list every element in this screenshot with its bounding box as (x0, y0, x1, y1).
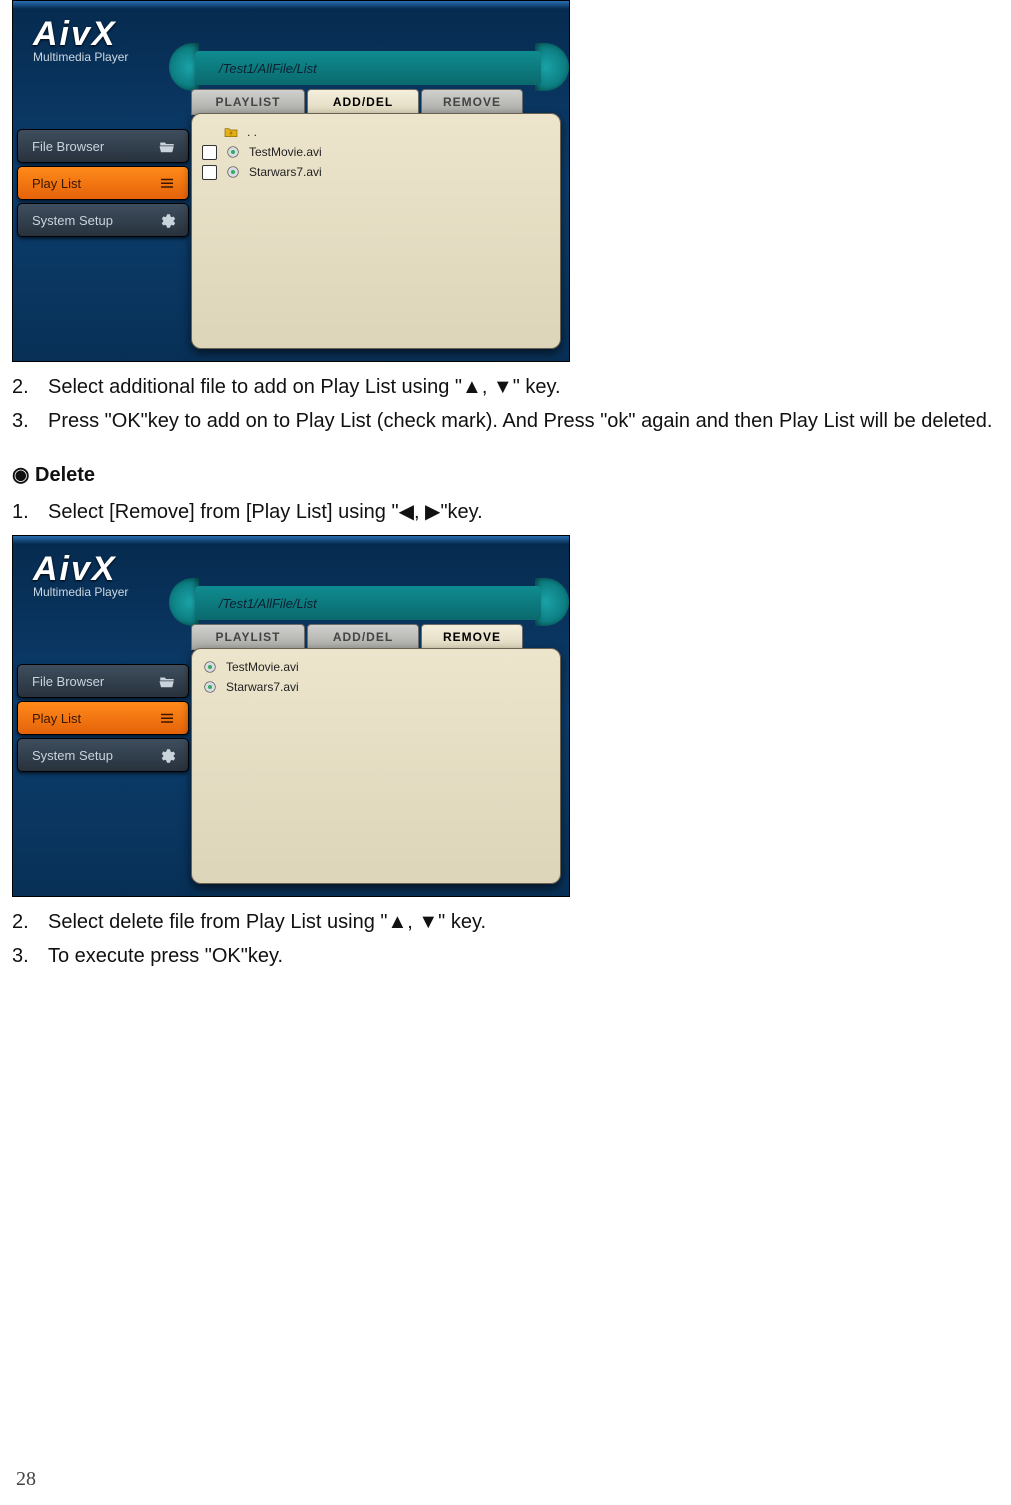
tab-remove[interactable]: REMOVE (421, 624, 523, 650)
app-logo: AivX Multimedia Player (33, 15, 128, 64)
list-item[interactable]: TestMovie.avi (202, 142, 550, 162)
tab-add-del[interactable]: ADD/DEL (307, 89, 419, 115)
sidebar-item-label: File Browser (32, 139, 104, 154)
page-number: 28 (16, 1468, 36, 1491)
media-file-icon (202, 679, 218, 695)
instruction-step-1: 1. Select [Remove] from [Play List] usin… (12, 495, 999, 529)
sidebar-item-label: System Setup (32, 748, 113, 763)
tab-add-del[interactable]: ADD/DEL (307, 624, 419, 650)
list-item-label: TestMovie.avi (249, 145, 322, 159)
sidebar-item-label: File Browser (32, 674, 104, 689)
brand-subtitle: Multimedia Player (33, 585, 128, 599)
folder-open-icon (158, 673, 176, 691)
instruction-step-3: 3. To execute press "OK"key. (12, 939, 999, 973)
tab-remove[interactable]: REMOVE (421, 89, 523, 115)
media-file-icon (202, 659, 218, 675)
instruction-step-2: 2. Select delete file from Play List usi… (12, 905, 999, 939)
file-list-panel: . . TestMovie.avi Starwars7.avi (191, 113, 561, 349)
breadcrumb-path: /Test1/AllFile/List (195, 51, 541, 85)
checkbox-icon[interactable] (202, 145, 217, 160)
gear-icon (158, 747, 176, 765)
tab-bar: PLAYLIST ADD/DEL REMOVE (191, 624, 525, 650)
sidebar-item-system-setup[interactable]: System Setup (17, 738, 189, 772)
instruction-list: 2. Select delete file from Play List usi… (12, 905, 999, 973)
list-icon (158, 710, 176, 728)
breadcrumb: /Test1/AllFile/List (191, 586, 565, 620)
tab-playlist[interactable]: PLAYLIST (191, 89, 305, 115)
sidebar-item-play-list[interactable]: Play List (17, 701, 189, 735)
tab-playlist[interactable]: PLAYLIST (191, 624, 305, 650)
list-item-label: . . (247, 125, 257, 139)
app-logo: AivX Multimedia Player (33, 550, 128, 599)
brand-text: AivX (33, 550, 128, 589)
breadcrumb-path: /Test1/AllFile/List (195, 586, 541, 620)
sidebar-item-file-browser[interactable]: File Browser (17, 664, 189, 698)
list-item-label: Starwars7.avi (226, 680, 299, 694)
screenshot-add-del: AivX Multimedia Player /Test1/AllFile/Li… (12, 0, 570, 362)
sidebar-item-system-setup[interactable]: System Setup (17, 203, 189, 237)
brand-subtitle: Multimedia Player (33, 50, 128, 64)
list-item[interactable]: Starwars7.avi (202, 677, 550, 697)
list-item-label: TestMovie.avi (226, 660, 299, 674)
list-icon (158, 175, 176, 193)
sidebar-item-label: Play List (32, 176, 81, 191)
screenshot-remove: AivX Multimedia Player /Test1/AllFile/Li… (12, 535, 570, 897)
instruction-step-2: 2. Select additional file to add on Play… (12, 370, 999, 404)
instruction-step-3: 3. Press "OK"key to add on to Play List … (12, 404, 999, 438)
breadcrumb: /Test1/AllFile/List (191, 51, 565, 85)
sidebar-item-label: System Setup (32, 213, 113, 228)
checkbox-icon[interactable] (202, 165, 217, 180)
sidebar-item-file-browser[interactable]: File Browser (17, 129, 189, 163)
sidebar: File Browser Play List System Setup (17, 664, 189, 775)
media-file-icon (225, 164, 241, 180)
list-item[interactable]: TestMovie.avi (202, 657, 550, 677)
list-item-parent-dir[interactable]: . . (202, 122, 550, 142)
sidebar-item-play-list[interactable]: Play List (17, 166, 189, 200)
gear-icon (158, 212, 176, 230)
media-file-icon (225, 144, 241, 160)
instruction-list: 1. Select [Remove] from [Play List] usin… (12, 495, 999, 529)
section-heading-delete: ◉ Delete (12, 462, 999, 487)
instruction-list: 2. Select additional file to add on Play… (12, 370, 999, 438)
folder-up-icon (223, 124, 239, 140)
sidebar: File Browser Play List System Setup (17, 129, 189, 240)
sidebar-item-label: Play List (32, 711, 81, 726)
file-list-panel: TestMovie.avi Starwars7.avi (191, 648, 561, 884)
folder-open-icon (158, 138, 176, 156)
brand-text: AivX (33, 15, 128, 54)
list-item[interactable]: Starwars7.avi (202, 162, 550, 182)
list-item-label: Starwars7.avi (249, 165, 322, 179)
tab-bar: PLAYLIST ADD/DEL REMOVE (191, 89, 525, 115)
